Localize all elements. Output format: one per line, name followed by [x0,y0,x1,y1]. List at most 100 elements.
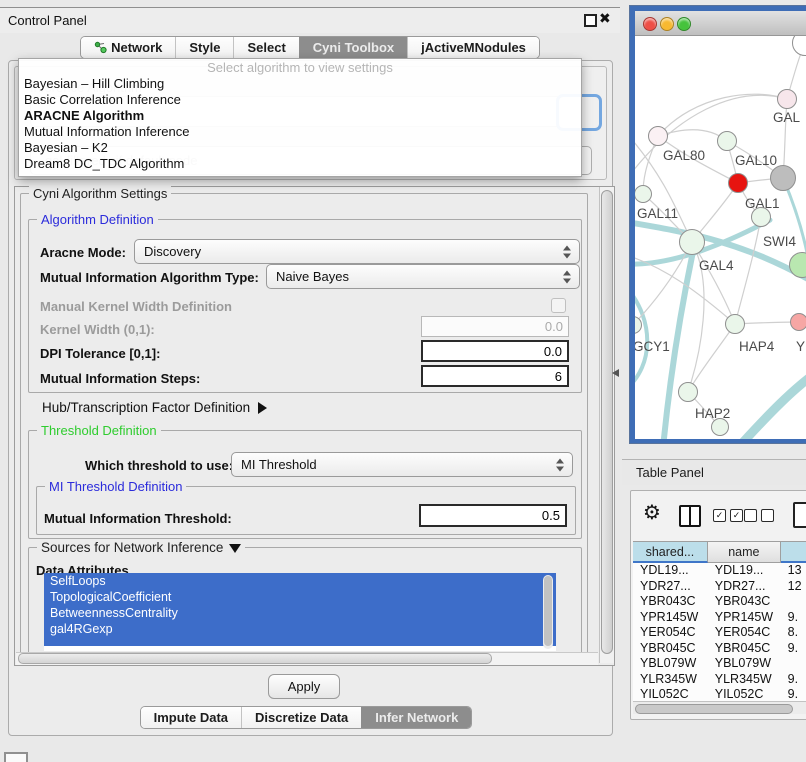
table-cell[interactable]: YIL052C [633,687,708,701]
sources-group-title[interactable]: Sources for Network Inference [37,540,245,555]
table-cell[interactable]: 8. [781,625,806,641]
data-attribute-item[interactable]: SelfLoops [44,573,556,589]
dpi-tolerance-input[interactable]: 0.0 [421,340,569,362]
table-row[interactable]: YBR045CYBR045C9. [633,641,806,657]
column-header-name[interactable]: name [708,541,781,563]
table-hscrollbar-thumb[interactable] [635,704,793,714]
network-node-y[interactable] [790,313,806,331]
algorithm-option[interactable]: Dream8 DC_TDC Algorithm [19,156,581,172]
table-cell[interactable]: YDL19... [708,563,781,579]
gear-icon[interactable]: ⚙ [643,503,661,523]
manual-kernel-checkbox[interactable] [551,298,566,313]
table-row[interactable]: YER054CYER054C8. [633,625,806,641]
zoom-traffic-light-icon[interactable] [677,17,691,31]
algorithm-option[interactable]: Bayesian – Hill Climbing [19,76,581,92]
table-cell[interactable]: 12 [781,579,806,595]
algorithm-option[interactable]: Basic Correlation Inference [19,92,581,108]
table-row[interactable]: YDR27...YDR27...12 [633,579,806,595]
data-attribute-item[interactable]: gal4RGexp [44,621,556,637]
table-cell[interactable]: YDR27... [708,579,781,595]
kernel-width-input[interactable]: 0.0 [421,316,569,337]
float-window-icon[interactable] [584,14,597,27]
table-cell[interactable]: 9. [781,687,806,701]
tab-style[interactable]: Style [175,37,233,58]
column-header-shared-name[interactable]: shared... [633,541,708,563]
mi-type-combobox[interactable]: Naive Bayes [266,264,580,289]
split-columns-icon[interactable] [679,505,701,527]
table-cell[interactable]: YLR345W [633,672,708,688]
data-attribute-item[interactable]: BetweennessCentrality [44,605,556,621]
network-node[interactable] [751,207,771,227]
settings-vscrollbar-thumb[interactable] [601,190,613,654]
network-node-gal4[interactable] [679,229,705,255]
apply-button[interactable]: Apply [268,674,340,699]
table-row[interactable]: YLR345WYLR345W9. [633,672,806,688]
network-node-gal80[interactable] [648,126,668,146]
table-cell[interactable]: YPR145W [633,610,708,626]
algorithm-option[interactable]: Bayesian – K2 [19,140,581,156]
deselect-checkboxes-icon[interactable] [744,509,774,522]
table-cell[interactable]: YPR145W [708,610,781,626]
table-cell[interactable] [781,656,806,672]
tab-network[interactable]: Network [81,37,175,58]
table-cell[interactable]: YER054C [633,625,708,641]
table-cell[interactable]: 13 [781,563,806,579]
table-row[interactable]: YBR043CYBR043C [633,594,806,610]
hub-definition-toggle[interactable]: Hub/Transcription Factor Definition [42,400,267,415]
network-canvas[interactable]: GALGAL80GAL10GAL1GAL11GAL4SWI4GCY1HAP4YH… [635,36,806,439]
table-cell[interactable]: YBR043C [708,594,781,610]
algorithm-list: Bayesian – Hill ClimbingBasic Correlatio… [19,76,581,172]
tab-select[interactable]: Select [233,37,298,58]
close-icon[interactable]: ✖ [599,10,611,27]
table-cell[interactable]: YDR27... [633,579,708,595]
mi-threshold-input[interactable]: 0.5 [419,504,567,527]
table-row[interactable]: YPR145WYPR145W9. [633,610,806,626]
table-cell[interactable] [781,594,806,610]
data-attribute-item-partial[interactable] [44,637,556,646]
tab-impute-data[interactable]: Impute Data [141,707,241,728]
tab-discretize-data[interactable]: Discretize Data [241,707,361,728]
minimize-traffic-light-icon[interactable] [660,17,674,31]
mi-steps-input[interactable]: 6 [421,365,569,387]
algorithm-option[interactable]: ARACNE Algorithm [19,108,581,124]
table-cell[interactable]: YBL079W [708,656,781,672]
table-cell[interactable]: YBR045C [708,641,781,657]
aracne-mode-combobox[interactable]: Discovery [134,239,580,264]
table-hscrollbar[interactable] [633,701,806,714]
table-row[interactable]: YIL052CYIL052C9. [633,687,806,701]
table-cell[interactable]: YBR045C [633,641,708,657]
table-cell[interactable]: YER054C [708,625,781,641]
network-node-gal10[interactable] [717,131,737,151]
attributes-scrollbar[interactable] [543,575,553,649]
table-cell[interactable]: YBR043C [633,594,708,610]
tab-cyni-toolbox[interactable]: Cyni Toolbox [299,37,407,58]
table-cell[interactable]: 9. [781,641,806,657]
network-node-hap4[interactable] [725,314,745,334]
network-node[interactable] [711,418,729,436]
algorithm-option[interactable]: Mutual Information Inference [19,124,581,140]
select-all-checkboxes-icon[interactable]: ✓ ✓ [713,509,743,522]
data-attribute-item[interactable]: TopologicalCoefficient [44,589,556,605]
table-cell[interactable]: YLR345W [708,672,781,688]
close-traffic-light-icon[interactable] [643,17,657,31]
table-cell[interactable]: YDL19... [633,563,708,579]
tab-jactivemnodules[interactable]: jActiveMNodules [407,37,539,58]
table-cell[interactable]: YIL052C [708,687,781,701]
network-node-gal1[interactable] [728,173,748,193]
network-view-window[interactable]: GALGAL80GAL10GAL1GAL11GAL4SWI4GCY1HAP4YH… [630,6,806,443]
network-window-titlebar[interactable] [635,11,806,36]
table-cell[interactable]: YBL079W [633,656,708,672]
network-node-hap2[interactable] [678,382,698,402]
document-icon[interactable] [793,502,806,528]
network-node-gal[interactable] [777,89,797,109]
network-node[interactable] [770,165,796,191]
table-cell[interactable]: 9. [781,672,806,688]
tab-infer-network[interactable]: Infer Network [361,707,471,728]
table-row[interactable]: YBL079WYBL079W [633,656,806,672]
attributes-scrollbar-thumb[interactable] [544,576,552,646]
which-threshold-combobox[interactable]: MI Threshold [231,452,573,477]
table-row[interactable]: YDL19...YDL19...13 [633,563,806,579]
column-header-cut[interactable] [781,541,806,563]
table-cell[interactable]: 9. [781,610,806,626]
settings-hscrollbar-thumb[interactable] [18,653,492,664]
